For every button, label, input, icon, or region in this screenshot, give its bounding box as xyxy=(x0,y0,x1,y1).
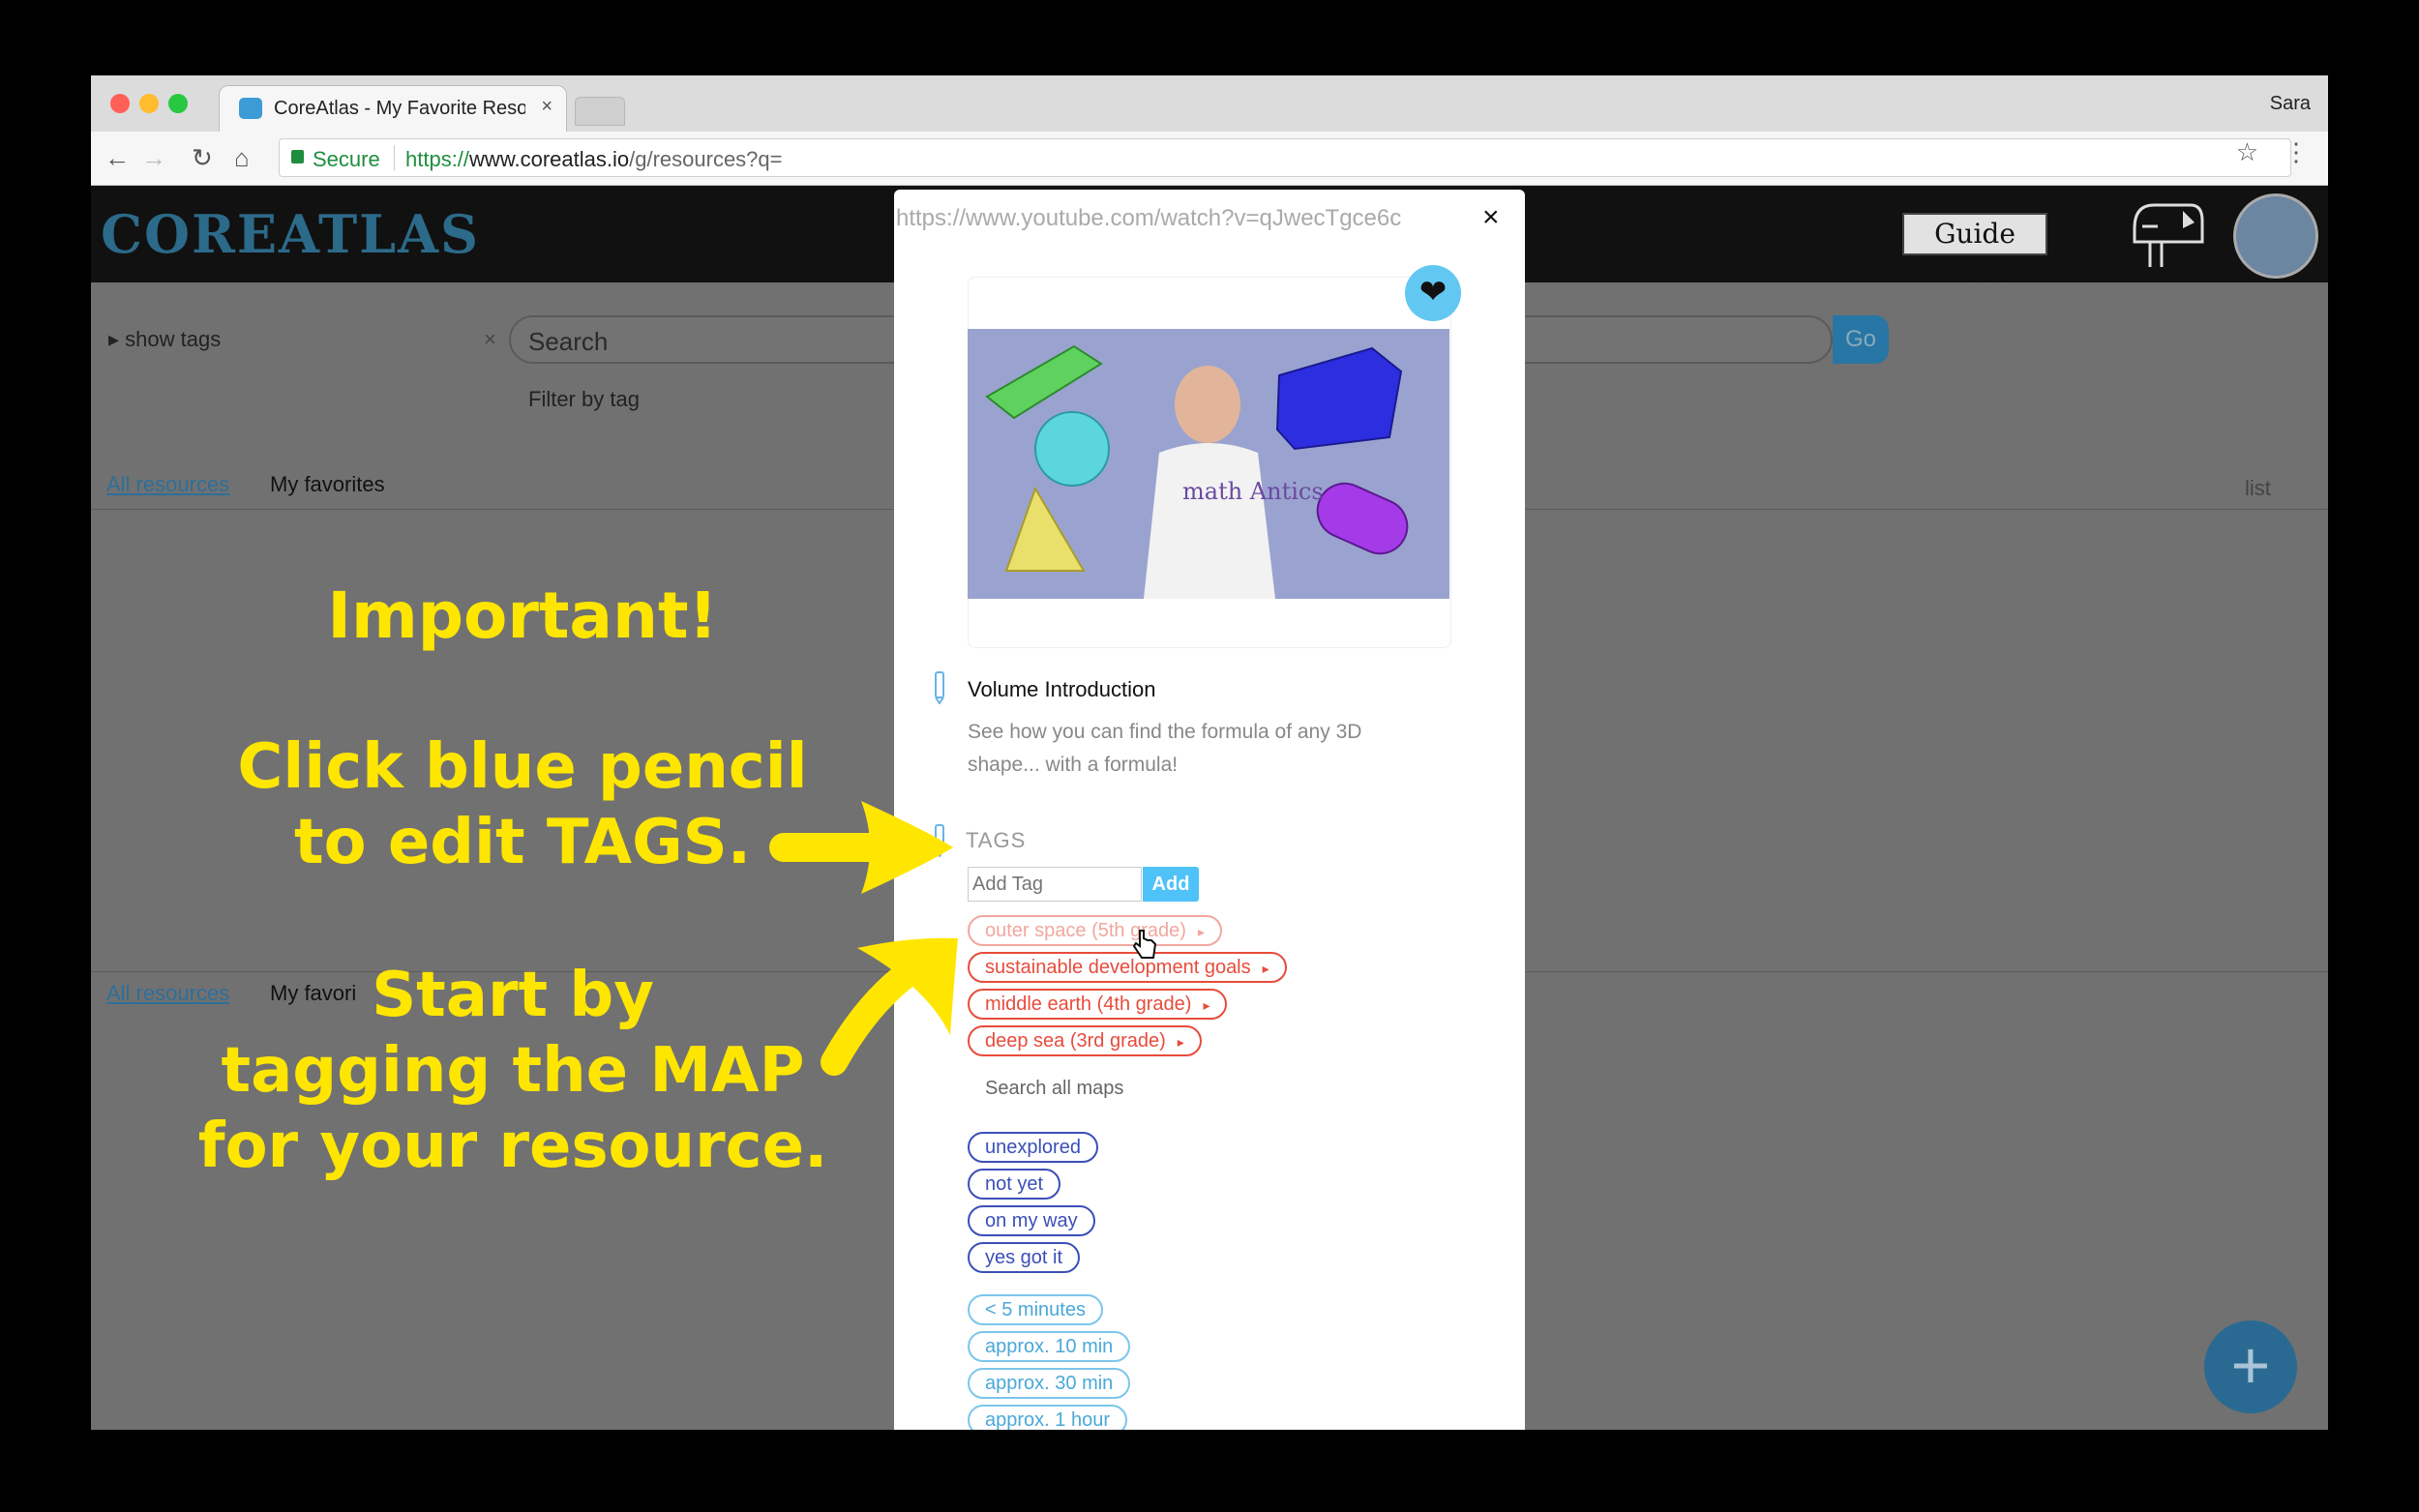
url-scheme: https:// xyxy=(405,147,470,171)
add-tag-button[interactable]: Add xyxy=(1143,867,1199,902)
status-tag-on-my-way[interactable]: on my way xyxy=(968,1205,1095,1236)
annotation-map-line3: for your resource. xyxy=(197,1111,828,1182)
time-tag-1-hour[interactable]: approx. 1 hour xyxy=(968,1405,1127,1430)
resource-modal: https://www.youtube.com/watch?v=qJwecTgc… xyxy=(894,190,1525,1430)
mailbox-icon[interactable] xyxy=(2131,199,2206,271)
browser-tab[interactable]: CoreAtlas - My Favorite Resour × xyxy=(219,85,567,132)
resource-description: See how you can find the formula of any … xyxy=(968,721,1362,776)
search-placeholder: Search xyxy=(528,327,609,356)
time-tag-10-min[interactable]: approx. 10 min xyxy=(968,1331,1131,1362)
lock-icon xyxy=(291,150,304,163)
url-separator xyxy=(394,145,395,170)
resource-url: https://www.youtube.com/watch?v=qJwecTgc… xyxy=(896,205,1402,231)
search-all-maps-link[interactable]: Search all maps xyxy=(985,1078,1123,1100)
minimize-window-button[interactable] xyxy=(139,94,159,113)
url-host: www.coreatlas.io xyxy=(469,147,630,171)
go-button[interactable]: Go xyxy=(1833,315,1889,364)
caret-right-icon: ▸ xyxy=(1203,997,1210,1013)
my-favorites-tab[interactable]: My favorites xyxy=(270,472,385,497)
status-tag-unexplored[interactable]: unexplored xyxy=(968,1132,1098,1163)
reload-icon[interactable]: ↻ xyxy=(192,143,213,173)
tab-title: CoreAtlas - My Favorite Resour xyxy=(274,98,525,119)
annotation-important: Important! xyxy=(327,578,718,653)
add-resource-button[interactable]: + xyxy=(2204,1320,2297,1413)
heart-icon: ❤ xyxy=(1419,274,1448,311)
video-shirt-text: math Antics xyxy=(1182,478,1324,505)
annotation-map-line2: tagging the MAP xyxy=(221,1035,805,1107)
edit-title-pencil-icon[interactable] xyxy=(933,671,946,704)
filter-by-tag-link[interactable]: Filter by tag xyxy=(528,387,640,412)
caret-right-icon: ▸ xyxy=(1177,1034,1184,1050)
list-view-link[interactable]: list xyxy=(2245,476,2271,501)
coreatlas-logo[interactable]: COREATLAS xyxy=(101,203,480,265)
new-tab-button[interactable] xyxy=(575,97,625,126)
profile-name[interactable]: Sara xyxy=(2270,93,2311,115)
arrow-to-map-tags xyxy=(821,937,958,1076)
guide-mode-button[interactable]: Guide Mode xyxy=(1902,213,2047,288)
maximize-window-button[interactable] xyxy=(168,94,188,113)
map-tag-outer-space[interactable]: outer space (5th grade) ▸ xyxy=(968,915,1222,946)
home-icon[interactable]: ⌂ xyxy=(234,143,250,173)
time-tag-under-5-min[interactable]: < 5 minutes xyxy=(968,1294,1103,1325)
user-avatar[interactable] xyxy=(2233,193,2318,279)
favorite-heart-button[interactable]: ❤ xyxy=(1405,265,1461,321)
map-tag-sustainable-development[interactable]: sustainable development goals ▸ xyxy=(968,952,1287,983)
map-tag-label: deep sea (3rd grade) xyxy=(985,1030,1166,1052)
url-path: /g/resources?q= xyxy=(629,147,783,171)
url-text: https://www.coreatlas.io/g/resources?q= xyxy=(405,147,783,172)
arrow-to-pencil xyxy=(769,801,953,894)
caret-right-icon: ▸ xyxy=(1262,961,1269,976)
map-tag-label: sustainable development goals xyxy=(985,957,1251,978)
map-tag-deep-sea[interactable]: deep sea (3rd grade) ▸ xyxy=(968,1025,1202,1056)
close-window-button[interactable] xyxy=(110,94,130,113)
address-bar: ← → ↻ ⌂ Secure https://www.coreatlas.io/… xyxy=(91,132,2328,186)
tab-close-icon[interactable]: × xyxy=(541,96,552,118)
resource-title: Volume Introduction xyxy=(968,677,1156,701)
add-tag-field[interactable] xyxy=(969,868,1139,901)
bookmark-star-icon[interactable]: ☆ xyxy=(2236,137,2258,167)
status-tag-not-yet[interactable]: not yet xyxy=(968,1169,1061,1200)
url-field[interactable]: Secure https://www.coreatlas.io/g/resour… xyxy=(279,138,2291,177)
favicon-icon xyxy=(239,98,262,119)
forward-icon[interactable]: → xyxy=(141,143,166,173)
clear-search-icon[interactable]: × xyxy=(484,327,496,352)
secure-label: Secure xyxy=(313,147,380,171)
time-tag-30-min[interactable]: approx. 30 min xyxy=(968,1368,1131,1399)
show-tags-toggle[interactable]: ▸ show tags xyxy=(108,327,221,352)
hand-cursor-icon xyxy=(1132,930,1157,959)
modal-close-icon[interactable]: × xyxy=(1482,201,1500,234)
all-resources-link[interactable]: All resources xyxy=(106,472,229,497)
caret-right-icon: ▸ xyxy=(1197,924,1205,939)
back-icon[interactable]: ← xyxy=(105,143,130,173)
status-tag-yes-got-it[interactable]: yes got it xyxy=(968,1242,1081,1273)
map-tag-label: middle earth (4th grade) xyxy=(985,993,1192,1015)
annotation-map-line1: Start by xyxy=(372,960,654,1031)
map-tag-middle-earth[interactable]: middle earth (4th grade) ▸ xyxy=(968,989,1228,1020)
tags-label: TAGS xyxy=(966,828,1027,852)
yellow-arrows xyxy=(769,801,958,1076)
browser-menu-icon[interactable]: ⋮ xyxy=(2284,137,2309,167)
tab-bar: CoreAtlas - My Favorite Resour × Sara xyxy=(91,75,2328,132)
add-tag-input[interactable] xyxy=(968,867,1142,902)
video-thumbnail[interactable]: math Antics xyxy=(968,329,1449,599)
show-tags-label: show tags xyxy=(125,327,222,351)
